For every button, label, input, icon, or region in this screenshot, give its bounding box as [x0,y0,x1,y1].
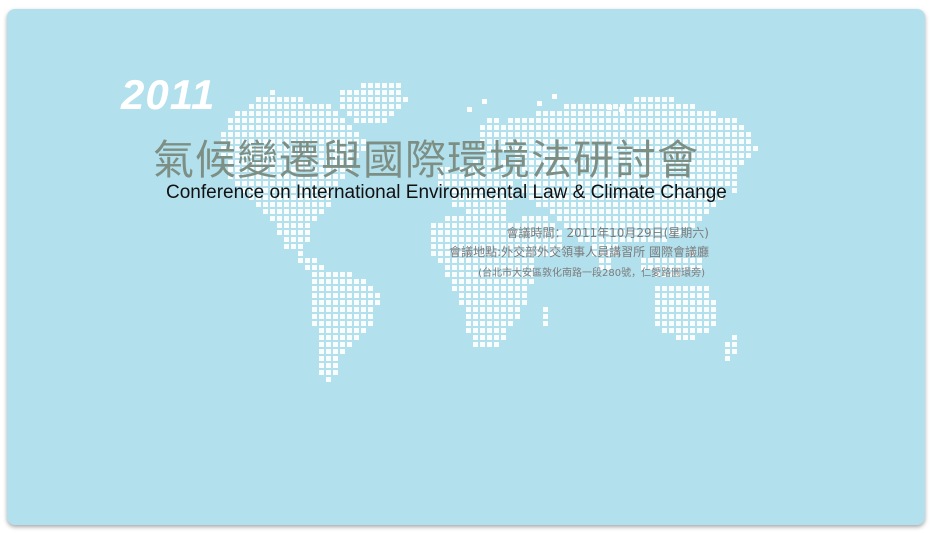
conference-banner: 2011 氣候變遷與國際環境法研討會 Conference on Interna… [7,9,925,525]
conference-title-english: Conference on International Environmenta… [166,182,727,203]
conference-time: 會議時間：2011年10月29日(星期六) [506,226,709,240]
conference-year: 2011 [121,71,216,118]
conference-venue: 會議地點:外交部外交領事人員講習所 國際會議廳 [449,245,709,259]
conference-address: (台北市大安區敦化南路一段280號，仁愛路圓環旁) [478,268,705,279]
conference-title-chinese: 氣候變遷與國際環境法研討會 [153,136,699,184]
